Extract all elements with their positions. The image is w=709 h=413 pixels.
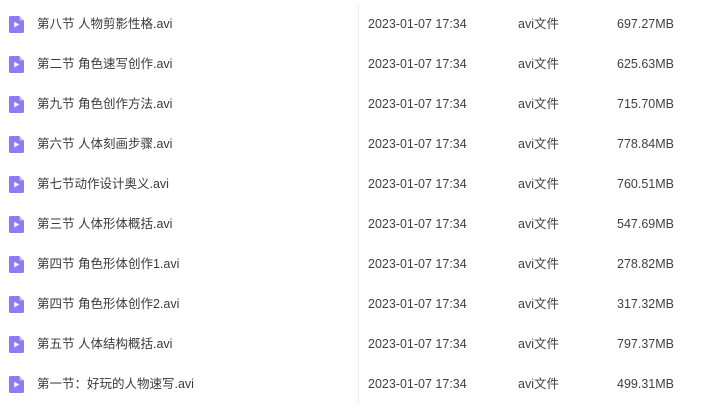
- modified-time: 2023-01-07 17:34: [368, 257, 467, 271]
- file-row[interactable]: 第二节 角色速写创作.avi 2023-01-07 17:34 avi文件 62…: [0, 44, 709, 84]
- video-file-icon: [9, 96, 24, 113]
- column-divider: [358, 364, 359, 404]
- modified-time: 2023-01-07 17:34: [368, 137, 467, 151]
- file-size: 499.31MB: [617, 377, 674, 391]
- file-type: avi文件: [518, 377, 559, 391]
- file-name[interactable]: 第一节：好玩的人物速写.avi: [37, 364, 194, 404]
- file-size: 697.27MB: [617, 17, 674, 31]
- file-size: 278.82MB: [617, 257, 674, 271]
- modified-time: 2023-01-07 17:34: [368, 337, 467, 351]
- video-file-icon: [9, 56, 24, 73]
- file-size: 715.70MB: [617, 97, 674, 111]
- column-divider: [358, 4, 359, 44]
- column-divider: [358, 124, 359, 164]
- column-divider: [358, 44, 359, 84]
- file-row[interactable]: 第八节 人物剪影性格.avi 2023-01-07 17:34 avi文件 69…: [0, 4, 709, 44]
- modified-time: 2023-01-07 17:34: [368, 377, 467, 391]
- column-divider: [358, 204, 359, 244]
- file-size: 317.32MB: [617, 297, 674, 311]
- file-row[interactable]: 第一节：好玩的人物速写.avi 2023-01-07 17:34 avi文件 4…: [0, 364, 709, 404]
- column-divider: [358, 324, 359, 364]
- file-name[interactable]: 第五节 人体结构概括.avi: [37, 324, 172, 364]
- file-name[interactable]: 第四节 角色形体创作1.avi: [37, 244, 179, 284]
- modified-time: 2023-01-07 17:34: [368, 297, 467, 311]
- file-row[interactable]: 第七节动作设计奥义.avi 2023-01-07 17:34 avi文件 760…: [0, 164, 709, 204]
- file-name[interactable]: 第八节 人物剪影性格.avi: [37, 4, 172, 44]
- video-file-icon: [9, 256, 24, 273]
- modified-time: 2023-01-07 17:34: [368, 57, 467, 71]
- file-type: avi文件: [518, 137, 559, 151]
- file-row[interactable]: 第五节 人体结构概括.avi 2023-01-07 17:34 avi文件 79…: [0, 324, 709, 364]
- column-divider: [358, 244, 359, 284]
- file-type: avi文件: [518, 217, 559, 231]
- file-size: 797.37MB: [617, 337, 674, 351]
- file-row[interactable]: 第九节 角色创作方法.avi 2023-01-07 17:34 avi文件 71…: [0, 84, 709, 124]
- file-type: avi文件: [518, 177, 559, 191]
- modified-time: 2023-01-07 17:34: [368, 97, 467, 111]
- file-row[interactable]: 第四节 角色形体创作1.avi 2023-01-07 17:34 avi文件 2…: [0, 244, 709, 284]
- file-name[interactable]: 第九节 角色创作方法.avi: [37, 84, 172, 124]
- file-row[interactable]: 第六节 人体刻画步骤.avi 2023-01-07 17:34 avi文件 77…: [0, 124, 709, 164]
- video-file-icon: [9, 176, 24, 193]
- file-type: avi文件: [518, 97, 559, 111]
- file-type: avi文件: [518, 337, 559, 351]
- modified-time: 2023-01-07 17:34: [368, 177, 467, 191]
- modified-time: 2023-01-07 17:34: [368, 217, 467, 231]
- video-file-icon: [9, 216, 24, 233]
- video-file-icon: [9, 16, 24, 33]
- file-type: avi文件: [518, 17, 559, 31]
- file-name[interactable]: 第二节 角色速写创作.avi: [37, 44, 172, 84]
- file-name[interactable]: 第六节 人体刻画步骤.avi: [37, 124, 172, 164]
- file-name[interactable]: 第七节动作设计奥义.avi: [37, 164, 169, 204]
- video-file-icon: [9, 376, 24, 393]
- file-row[interactable]: 第三节 人体形体概括.avi 2023-01-07 17:34 avi文件 54…: [0, 204, 709, 244]
- modified-time: 2023-01-07 17:34: [368, 17, 467, 31]
- column-divider: [358, 164, 359, 204]
- file-size: 625.63MB: [617, 57, 674, 71]
- column-divider: [358, 84, 359, 124]
- file-type: avi文件: [518, 257, 559, 271]
- file-row[interactable]: 第四节 角色形体创作2.avi 2023-01-07 17:34 avi文件 3…: [0, 284, 709, 324]
- file-size: 547.69MB: [617, 217, 674, 231]
- file-size: 778.84MB: [617, 137, 674, 151]
- column-divider: [358, 284, 359, 324]
- video-file-icon: [9, 136, 24, 153]
- video-file-icon: [9, 336, 24, 353]
- file-type: avi文件: [518, 297, 559, 311]
- file-name[interactable]: 第三节 人体形体概括.avi: [37, 204, 172, 244]
- file-list: 第八节 人物剪影性格.avi 2023-01-07 17:34 avi文件 69…: [0, 0, 709, 413]
- file-name[interactable]: 第四节 角色形体创作2.avi: [37, 284, 179, 324]
- video-file-icon: [9, 296, 24, 313]
- file-size: 760.51MB: [617, 177, 674, 191]
- file-type: avi文件: [518, 57, 559, 71]
